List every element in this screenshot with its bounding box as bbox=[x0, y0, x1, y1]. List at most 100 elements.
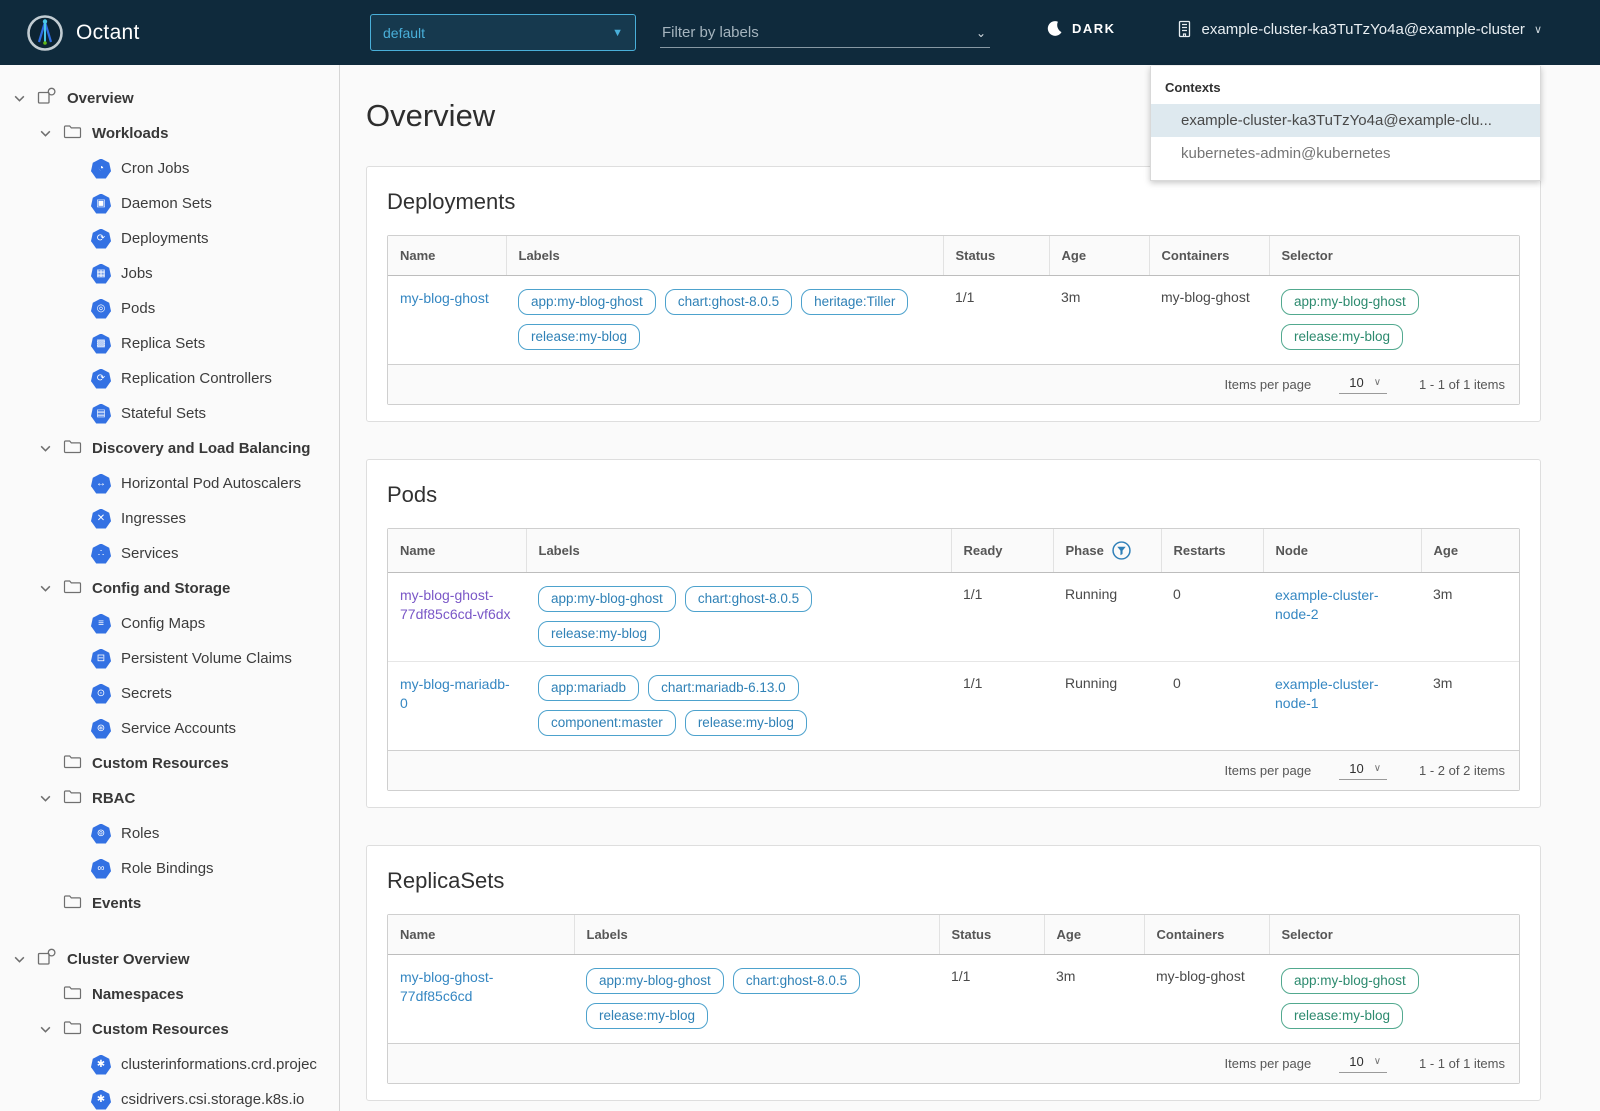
sidebar-item-jobs[interactable]: ▦ Jobs bbox=[0, 256, 339, 291]
chevron-down-icon[interactable] bbox=[12, 953, 27, 966]
cell-text: my-blog-ghost bbox=[1161, 289, 1250, 305]
cell-text: my-blog-ghost bbox=[1156, 968, 1245, 984]
items-per-page-label: Items per page bbox=[1224, 1056, 1312, 1071]
sidebar-item-secrets[interactable]: ⊙ Secrets bbox=[0, 676, 339, 711]
tag: chart:mariadb-6.13.0 bbox=[648, 675, 799, 701]
sidebar-item-daemon-sets[interactable]: ▣ Daemon Sets bbox=[0, 186, 339, 221]
column-header-name: Name bbox=[388, 915, 574, 955]
sidebar-item-label: Custom Resources bbox=[92, 755, 229, 772]
dark-toggle-label: DARK bbox=[1072, 21, 1116, 36]
chevron-down-icon: ∨ bbox=[1373, 377, 1382, 388]
sidebar-item-replication-controllers[interactable]: ⟳ Replication Controllers bbox=[0, 361, 339, 396]
section-card-pods: Pods Name Labels Ready Phase Restarts Node Age m… bbox=[366, 459, 1541, 808]
cell-text: 1/1 bbox=[951, 968, 971, 984]
selector-tags: app:my-blog-ghost release:my-blog bbox=[1281, 968, 1507, 1029]
sidebar-item-label: Horizontal Pod Autoscalers bbox=[121, 475, 302, 492]
resource-link[interactable]: my-blog-ghost-77df85c6cd bbox=[400, 969, 493, 1004]
cell-text: Running bbox=[1065, 675, 1118, 691]
items-per-page-label: Items per page bbox=[1224, 763, 1312, 778]
sidebar-item-services[interactable]: ∴ Services bbox=[0, 536, 339, 571]
services-icon: ∴ bbox=[91, 543, 111, 564]
filter-funnel-icon[interactable] bbox=[1112, 541, 1131, 560]
chevron-down-icon[interactable] bbox=[38, 582, 53, 595]
table-header-row: Name Labels Ready Phase Restarts Node Age bbox=[388, 529, 1519, 573]
sidebar-item-clusterinformations-crd-projec[interactable]: ✱ clusterinformations.crd.projec bbox=[0, 1047, 339, 1082]
sidebar-item-service-accounts[interactable]: ⊛ Service Accounts bbox=[0, 711, 339, 746]
cell-text: 1/1 bbox=[955, 289, 975, 305]
chevron-down-icon[interactable] bbox=[38, 127, 53, 140]
cronjobs-icon: ◔ bbox=[91, 158, 111, 179]
sidebar-item-label: Daemon Sets bbox=[121, 195, 212, 212]
column-header-name: Name bbox=[388, 236, 506, 276]
resource-link[interactable]: my-blog-mariadb-0 bbox=[400, 676, 510, 711]
app-title: Octant bbox=[76, 20, 140, 44]
filter-labels-input[interactable] bbox=[660, 23, 976, 42]
sidebar-item-label: Cron Jobs bbox=[121, 160, 190, 177]
sidebar-item-pods[interactable]: ◎ Pods bbox=[0, 291, 339, 326]
sidebar-item-rbac[interactable]: RBAC bbox=[0, 781, 339, 816]
selector-tags: app:my-blog-ghost release:my-blog bbox=[1281, 289, 1507, 350]
sidebar-item-events[interactable]: Events bbox=[0, 886, 339, 921]
tag: app:my-blog-ghost bbox=[1281, 968, 1419, 994]
sidebar-item-workloads[interactable]: Workloads bbox=[0, 116, 339, 151]
dark-theme-toggle[interactable]: DARK bbox=[1046, 20, 1116, 37]
sidebar-item-custom-resources[interactable]: Custom Resources bbox=[0, 746, 339, 781]
items-per-page-select[interactable]: 10 ∨ bbox=[1339, 1054, 1388, 1073]
sidebar-item-cluster-overview[interactable]: Cluster Overview bbox=[0, 942, 339, 977]
sidebar-item-label: Roles bbox=[121, 825, 160, 842]
context-selector[interactable]: example-cluster-ka3TuTzYo4a@example-clus… bbox=[1176, 20, 1542, 38]
chevron-down-icon[interactable] bbox=[12, 92, 27, 105]
column-header-selector: Selector bbox=[1268, 236, 1519, 276]
namespace-select[interactable]: default ▼ bbox=[370, 14, 636, 51]
chevron-down-icon[interactable] bbox=[38, 792, 53, 805]
sidebar-item-roles[interactable]: ⊚ Roles bbox=[0, 816, 339, 851]
sidebar-item-csidrivers-csi-storage-k8s-io[interactable]: ✱ csidrivers.csi.storage.k8s.io bbox=[0, 1082, 339, 1111]
sidebar-item-persistent-volume-claims[interactable]: ⊟ Persistent Volume Claims bbox=[0, 641, 339, 676]
serviceaccounts-icon: ⊛ bbox=[91, 718, 111, 739]
label-tags: app:my-blog-ghost chart:ghost-8.0.5 releas… bbox=[538, 586, 939, 647]
items-per-page-select[interactable]: 10 ∨ bbox=[1339, 761, 1388, 780]
chevron-down-icon[interactable] bbox=[38, 1023, 53, 1036]
cell-text: 0 bbox=[1173, 675, 1181, 691]
sidebar-item-discovery-and-load-balancing[interactable]: Discovery and Load Balancing bbox=[0, 431, 339, 466]
resource-link[interactable]: example-cluster-node-2 bbox=[1275, 587, 1378, 622]
sidebar-item-overview[interactable]: Overview bbox=[0, 81, 339, 116]
sidebar-item-label: Cluster Overview bbox=[67, 951, 190, 968]
items-per-page-select[interactable]: 10 ∨ bbox=[1339, 375, 1388, 394]
sidebar-item-namespaces[interactable]: Namespaces bbox=[0, 977, 339, 1012]
sidebar-item-role-bindings[interactable]: ∞ Role Bindings bbox=[0, 851, 339, 886]
context-menu-item-0[interactable]: example-cluster-ka3TuTzYo4a@example-clu.… bbox=[1151, 104, 1540, 137]
sidebar-item-deployments[interactable]: ⟳ Deployments bbox=[0, 221, 339, 256]
secrets-icon: ⊙ bbox=[91, 683, 111, 704]
sidebar-item-cron-jobs[interactable]: ◔ Cron Jobs bbox=[0, 151, 339, 186]
table-pagination: Items per page 10 ∨ 1 - 1 of 1 items bbox=[388, 364, 1519, 404]
resource-link[interactable]: example-cluster-node-1 bbox=[1275, 676, 1378, 711]
sidebar-item-label: RBAC bbox=[92, 790, 136, 807]
sidebar-item-custom-resources[interactable]: Custom Resources bbox=[0, 1012, 339, 1047]
resource-link[interactable]: my-blog-ghost bbox=[400, 290, 489, 306]
chevron-down-icon[interactable] bbox=[38, 442, 53, 455]
sidebar-item-ingresses[interactable]: ✕ Ingresses bbox=[0, 501, 339, 536]
pods-icon: ◎ bbox=[91, 298, 111, 319]
roles-icon: ⊚ bbox=[91, 823, 111, 844]
table-row: my-blog-ghost-77df85c6cd-vf6dx app:my-blo… bbox=[388, 573, 1519, 662]
label-tags: app:my-blog-ghost chart:ghost-8.0.5 releas… bbox=[586, 968, 927, 1029]
sidebar-item-stateful-sets[interactable]: ▤ Stateful Sets bbox=[0, 396, 339, 431]
resource-link[interactable]: my-blog-ghost-77df85c6cd-vf6dx bbox=[400, 587, 511, 622]
table-replicasets: Name Labels Status Age Containers Selector my-… bbox=[387, 914, 1520, 1084]
section-card-deployments: Deployments Name Labels Status Age Containers… bbox=[366, 166, 1541, 422]
sidebar-item-horizontal-pod-autoscalers[interactable]: ↔ Horizontal Pod Autoscalers bbox=[0, 466, 339, 501]
column-header-age: Age bbox=[1420, 529, 1519, 573]
section-card-replicasets: ReplicaSets Name Labels Status Age Containers… bbox=[366, 845, 1541, 1101]
context-menu-item-1[interactable]: kubernetes-admin@kubernetes bbox=[1151, 137, 1540, 170]
column-header-ready: Ready bbox=[950, 529, 1053, 573]
items-per-page-label: Items per page bbox=[1224, 377, 1312, 392]
sidebar-item-replica-sets[interactable]: ▩ Replica Sets bbox=[0, 326, 339, 361]
sidebar-item-label: Config and Storage bbox=[92, 580, 231, 597]
chevron-down-icon: ▼ bbox=[612, 26, 623, 39]
sidebar-item-config-maps[interactable]: ≡ Config Maps bbox=[0, 606, 339, 641]
table-header-row: Name Labels Status Age Containers Selector bbox=[388, 915, 1519, 955]
sidebar-item-label: Stateful Sets bbox=[121, 405, 207, 422]
sidebar-item-config-and-storage[interactable]: Config and Storage bbox=[0, 571, 339, 606]
sidebar-item-label: Events bbox=[92, 895, 142, 912]
